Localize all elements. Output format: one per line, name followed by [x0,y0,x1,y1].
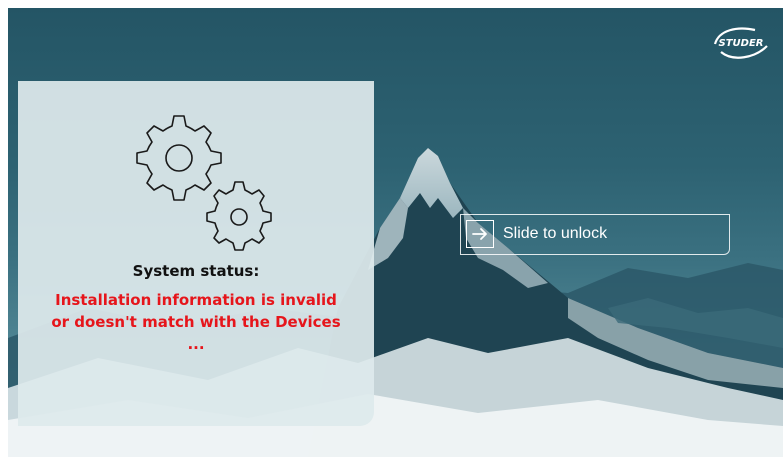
unlock-label: Slide to unlock [503,225,608,242]
status-message-line: Installation information is invalid [55,291,337,309]
gears-icon [136,115,272,251]
unlock-handle[interactable] [466,220,494,248]
status-panel: System status: Installation information … [18,81,374,426]
slide-to-unlock[interactable]: Slide to unlock [460,214,730,255]
lock-screen: STUDER System status: Installation infor… [8,8,783,457]
status-message-line: ... [187,335,205,353]
arrow-right-icon [472,228,487,240]
logo-text: STUDER [719,38,764,49]
status-message: Installation information is invalid or d… [18,289,374,355]
studer-logo: STUDER [713,27,768,59]
status-title: System status: [132,262,260,280]
status-message-line: or doesn't match with the Devices [51,313,341,331]
